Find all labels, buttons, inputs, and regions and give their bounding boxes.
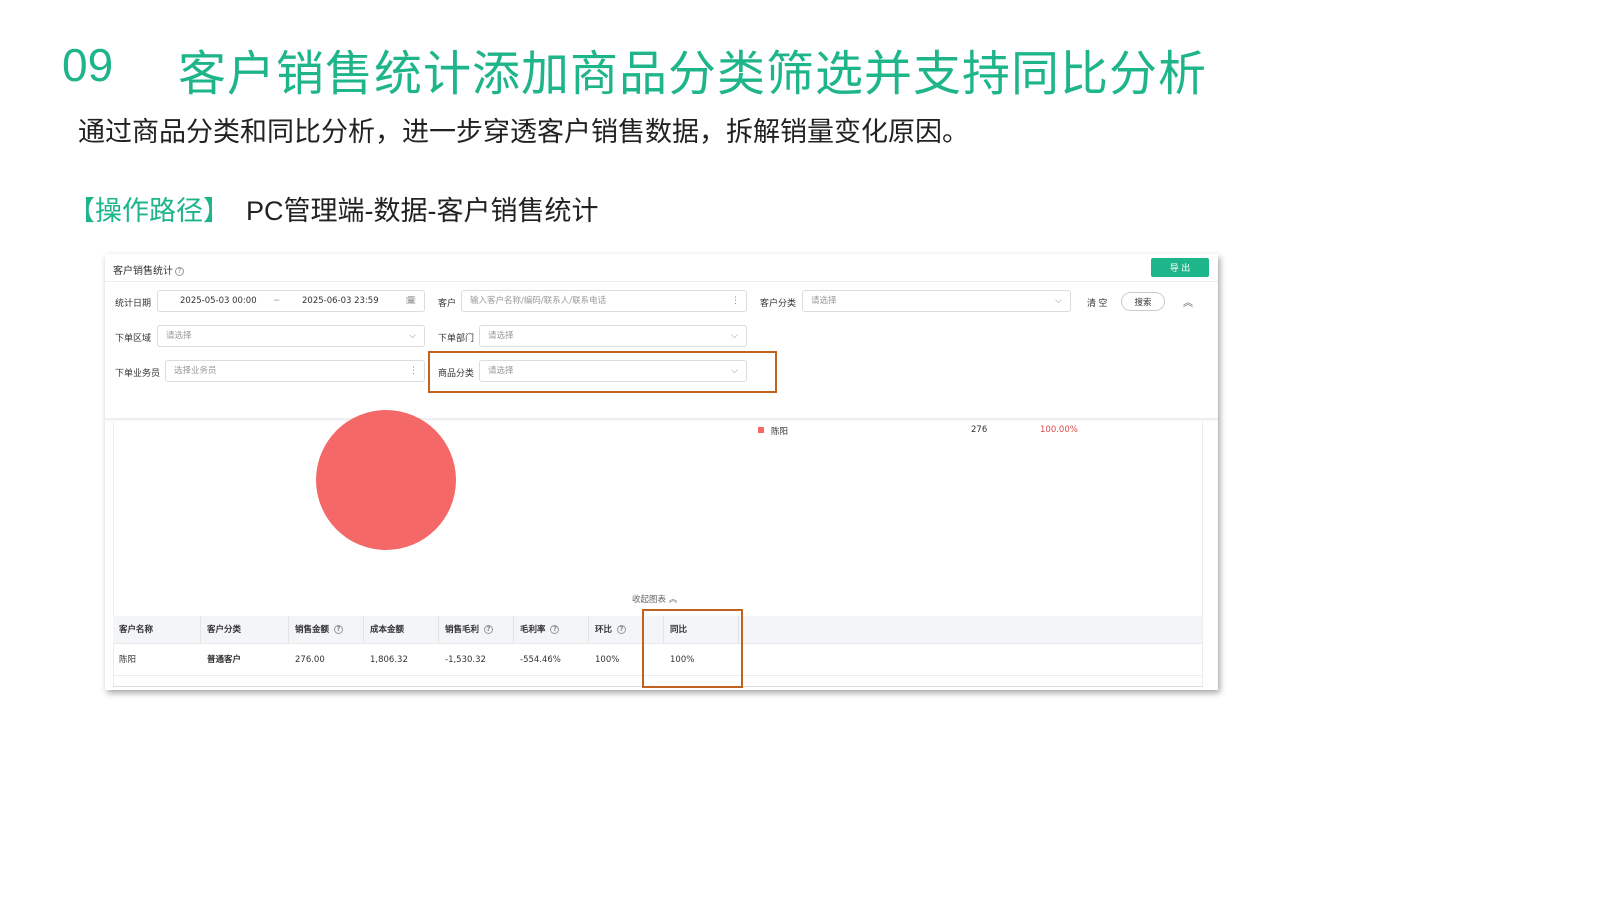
col-gross-profit[interactable]: 销售毛利 ? [439,616,493,644]
clear-button[interactable]: 清 空 [1087,296,1108,309]
panel-title: 客户销售统计? [113,262,184,277]
help-icon[interactable]: ? [483,625,493,634]
date-start: 2025-05-03 00:00 [180,296,257,306]
legend-percent: 100.00% [1040,425,1078,435]
cell-customer-category: 普通客户 [207,655,242,665]
pie-slice-customer [316,410,456,550]
chevron-down-icon: ⌵ [1055,296,1062,306]
legend-value: 276 [971,425,988,435]
calendar-icon: 🗓 [405,296,416,305]
salesman-placeholder: 选择业务员 [174,366,217,376]
collapse-chart-toggle[interactable]: 收起图表 ︽ [632,593,677,605]
cell-customer-name: 陈阳 [119,655,137,665]
search-button[interactable]: 搜索 [1121,292,1165,311]
col-mom-label: 环比 [595,625,613,635]
col-sales-amount-label: 销售金额 [295,625,330,635]
slide-title: 客户销售统计添加商品分类筛选并支持同比分析 [178,46,1208,102]
cell-cost-amount: 1,806.32 [370,655,408,665]
customer-label: 客户 [438,299,457,309]
help-icon[interactable]: ? [333,625,343,634]
yoy-highlight [642,609,743,688]
chevron-down-icon: ⌵ [409,331,416,341]
customer-category-label: 客户分类 [760,299,797,309]
date-label: 统计日期 [115,299,152,309]
date-range-picker[interactable]: 2025-05-03 00:00 ~ 2025-06-03 23:59 🗓 [157,290,425,312]
dept-placeholder: 请选择 [488,331,514,341]
chevron-down-icon: ⌵ [731,331,738,341]
legend-name: 陈阳 [771,427,789,437]
chart-border-right [1202,422,1203,688]
slide-number: 09 [62,39,114,91]
cell-sales-amount: 276.00 [295,655,325,665]
dept-select[interactable]: 请选择 ⌵ [479,325,747,347]
col-gross-margin-label: 毛利率 [520,625,546,635]
col-sales-amount[interactable]: 销售金额 ? [289,616,343,644]
goods-category-highlight [428,351,777,393]
operation-path: 【操作路径】 PC管理端-数据-客户销售统计 [68,189,599,228]
col-gross-margin[interactable]: 毛利率 ? [514,616,560,644]
cell-mom: 100% [595,655,620,665]
salesman-select[interactable]: 选择业务员 ⋮ [165,360,425,382]
export-button[interactable]: 导 出 [1151,258,1209,277]
path-value: PC管理端-数据-客户销售统计 [246,196,599,226]
customer-category-select[interactable]: 请选择 ⌵ [802,290,1071,312]
col-cost-amount[interactable]: 成本金额 [364,616,404,644]
slide-subtitle: 通过商品分类和同比分析，进一步穿透客户销售数据，拆解销量变化原因。 [78,117,969,148]
filter-divider [105,418,1218,422]
panel-header: 客户销售统计? 导 出 [105,254,1218,282]
path-label: 【操作路径】 [68,196,230,227]
region-label: 下单区域 [115,334,152,344]
help-icon[interactable]: ? [550,625,560,634]
col-mom[interactable]: 环比 ? [589,616,626,644]
help-icon[interactable]: ? [175,266,184,276]
panel-title-text: 客户销售统计 [113,266,173,277]
cell-gross-profit: -1,530.32 [445,655,486,665]
customer-input[interactable]: 输入客户名称/编码/联系人/联系电话 ⋮ [461,290,747,312]
region-select[interactable]: 请选择 ⌵ [157,325,425,347]
col-customer-name[interactable]: 客户名称 [113,616,153,644]
col-gross-profit-label: 销售毛利 [445,625,480,635]
salesman-label: 下单业务员 [115,369,161,379]
customer-placeholder: 输入客户名称/编码/联系人/联系电话 [470,296,607,306]
customer-sales-panel: 客户销售统计? 导 出 统计日期 2025-05-03 00:00 ~ 2025… [105,254,1218,690]
cell-gross-margin: -554.46% [520,655,561,665]
date-separator: ~ [273,296,281,306]
customer-category-placeholder: 请选择 [811,296,837,306]
col-customer-category[interactable]: 客户分类 [201,616,241,644]
more-icon: ⋮ [409,366,418,376]
dept-label: 下单部门 [438,334,475,344]
more-icon: ⋮ [731,296,740,306]
region-placeholder: 请选择 [166,331,192,341]
legend-color-swatch [758,427,764,433]
collapse-filters-icon[interactable]: ︽ [1183,294,1193,309]
date-end: 2025-06-03 23:59 [302,296,379,306]
help-icon[interactable]: ? [616,625,626,634]
